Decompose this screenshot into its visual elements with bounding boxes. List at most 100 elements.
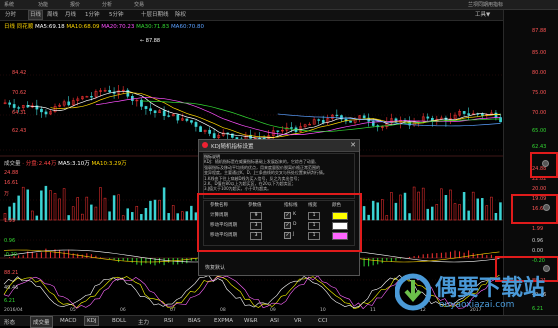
- volume-bar: [176, 213, 179, 221]
- tools-menu-button[interactable]: 工具▼: [474, 11, 491, 19]
- volume-bar: [403, 192, 407, 221]
- right-volume-tick: 20.00: [532, 186, 547, 192]
- volume-bar: [162, 187, 166, 221]
- tab-date-line[interactable]: 十层日期线: [140, 11, 170, 19]
- menu-item-quote[interactable]: 报价: [70, 1, 80, 8]
- gear-icon[interactable]: [542, 160, 549, 167]
- candle-body: [426, 116, 430, 119]
- kdj-axis-1: 88.21: [4, 270, 19, 276]
- right-macd-tick: 1.99: [532, 226, 544, 232]
- tab-expma[interactable]: EXPMA: [214, 318, 233, 324]
- tab-volume[interactable]: 成交量: [30, 316, 53, 328]
- highlight-box-volume: [530, 152, 558, 178]
- menu-item-function[interactable]: 功能: [38, 1, 48, 8]
- volume-bar: [131, 212, 134, 221]
- right-macd-tick: 0.00: [532, 248, 544, 254]
- right-price-tick: 85.00: [532, 50, 547, 56]
- candle-body: [17, 107, 21, 109]
- volume-bar: [490, 196, 493, 221]
- close-icon[interactable]: ✕: [350, 141, 356, 149]
- volume-bar: [140, 214, 143, 221]
- tab-bias[interactable]: BIAS: [188, 318, 201, 324]
- candle-body: [131, 96, 134, 101]
- tab-intraday[interactable]: 分时: [4, 11, 17, 19]
- kdj-axis-3: 6.21: [4, 298, 16, 304]
- volume-bar: [462, 192, 466, 221]
- volume-bar: [190, 205, 193, 221]
- volume-bar: [458, 204, 461, 221]
- volume-bar: [35, 215, 39, 221]
- volume-bar: [17, 195, 20, 221]
- menu-item-trade[interactable]: 交易: [134, 1, 144, 8]
- volume-bar: [40, 190, 43, 221]
- volume-bar: [499, 202, 502, 221]
- date-tick: 08: [220, 308, 226, 313]
- volume-axis-unit: 万: [4, 191, 10, 197]
- tab-vr[interactable]: VR: [294, 318, 302, 324]
- tab-monthly[interactable]: 月线: [64, 11, 77, 19]
- candle-body: [349, 120, 352, 123]
- date-tick: 07: [170, 308, 176, 313]
- volume-bar: [126, 208, 129, 221]
- tab-daily[interactable]: 日线: [28, 10, 44, 20]
- tab-boll[interactable]: BOLL: [112, 318, 126, 324]
- volume-current: · 分盘:2.44万: [22, 161, 57, 167]
- date-tick: 10: [320, 308, 326, 313]
- tab-weekly[interactable]: 周线: [46, 11, 59, 19]
- candle-body: [462, 111, 466, 114]
- tab-5min[interactable]: 5分钟: [108, 11, 125, 19]
- tab-1min[interactable]: 1分钟: [84, 11, 101, 19]
- volume-bar: [417, 191, 420, 221]
- candle-body: [290, 127, 293, 129]
- candle-body: [67, 101, 71, 106]
- volume-bar: [476, 198, 479, 221]
- right-price-tick: 75.00: [532, 90, 547, 96]
- volume-bar: [171, 205, 175, 221]
- ma-lines: [27, 90, 501, 139]
- candle-body: [335, 114, 339, 117]
- candle-body: [481, 113, 484, 116]
- window-caption: 兰坝同期用指标: [468, 2, 504, 8]
- menu-item-analysis[interactable]: 分析: [102, 1, 112, 8]
- gear-icon[interactable]: [543, 204, 550, 211]
- restore-default-link[interactable]: 恢复默认: [205, 264, 225, 271]
- volume-bar: [471, 191, 475, 221]
- price-axis-label-3: 64.31: [12, 110, 27, 116]
- tab-exright[interactable]: 除权: [174, 11, 187, 19]
- volume-bar: [444, 195, 448, 221]
- candle-body: [144, 106, 148, 109]
- volume-bar: [371, 200, 375, 221]
- volume-bar: [421, 187, 425, 221]
- volume-bar: [435, 204, 439, 221]
- candle-body: [185, 118, 189, 121]
- volume-bar: [185, 211, 189, 221]
- date-tick: 2016/04: [4, 308, 23, 313]
- volume-bar: [381, 199, 384, 221]
- price-axis-label-4: 62.43: [12, 128, 27, 134]
- volume-bar: [367, 214, 370, 221]
- tab-macd[interactable]: MACD: [60, 318, 77, 324]
- volume-bar: [58, 198, 61, 221]
- candle-body: [40, 108, 43, 113]
- tab-asi[interactable]: ASI: [270, 318, 279, 324]
- volume-bar: [103, 197, 107, 221]
- candle-body: [149, 108, 152, 112]
- volume-bar: [44, 185, 48, 221]
- right-price-tick: 87.88: [532, 28, 547, 34]
- indicator-tab-bar: 形态 成交量 MACD KDJ BOLL 主力 RSI BIAS EXPMA W…: [0, 315, 558, 328]
- volume-bar: [21, 186, 25, 221]
- candle-body: [494, 112, 498, 118]
- candle-body: [8, 102, 11, 105]
- tab-wr[interactable]: W&R: [244, 318, 258, 324]
- candlestick-series: [3, 84, 502, 144]
- volume-label: 成交量: [4, 161, 21, 167]
- volume-bar: [112, 195, 116, 221]
- menu-item-system[interactable]: 系统: [4, 1, 14, 8]
- macd-axis-1: 1.99: [4, 218, 16, 224]
- tab-rsi[interactable]: RSI: [164, 318, 173, 324]
- tab-cci[interactable]: CCI: [318, 318, 327, 324]
- dialog-titlebar[interactable]: KDJ随机指标设置 ✕: [199, 140, 359, 152]
- volume-bar: [85, 196, 89, 221]
- volume-bar: [167, 213, 170, 221]
- price-axis-label-1: 84.42: [12, 70, 27, 76]
